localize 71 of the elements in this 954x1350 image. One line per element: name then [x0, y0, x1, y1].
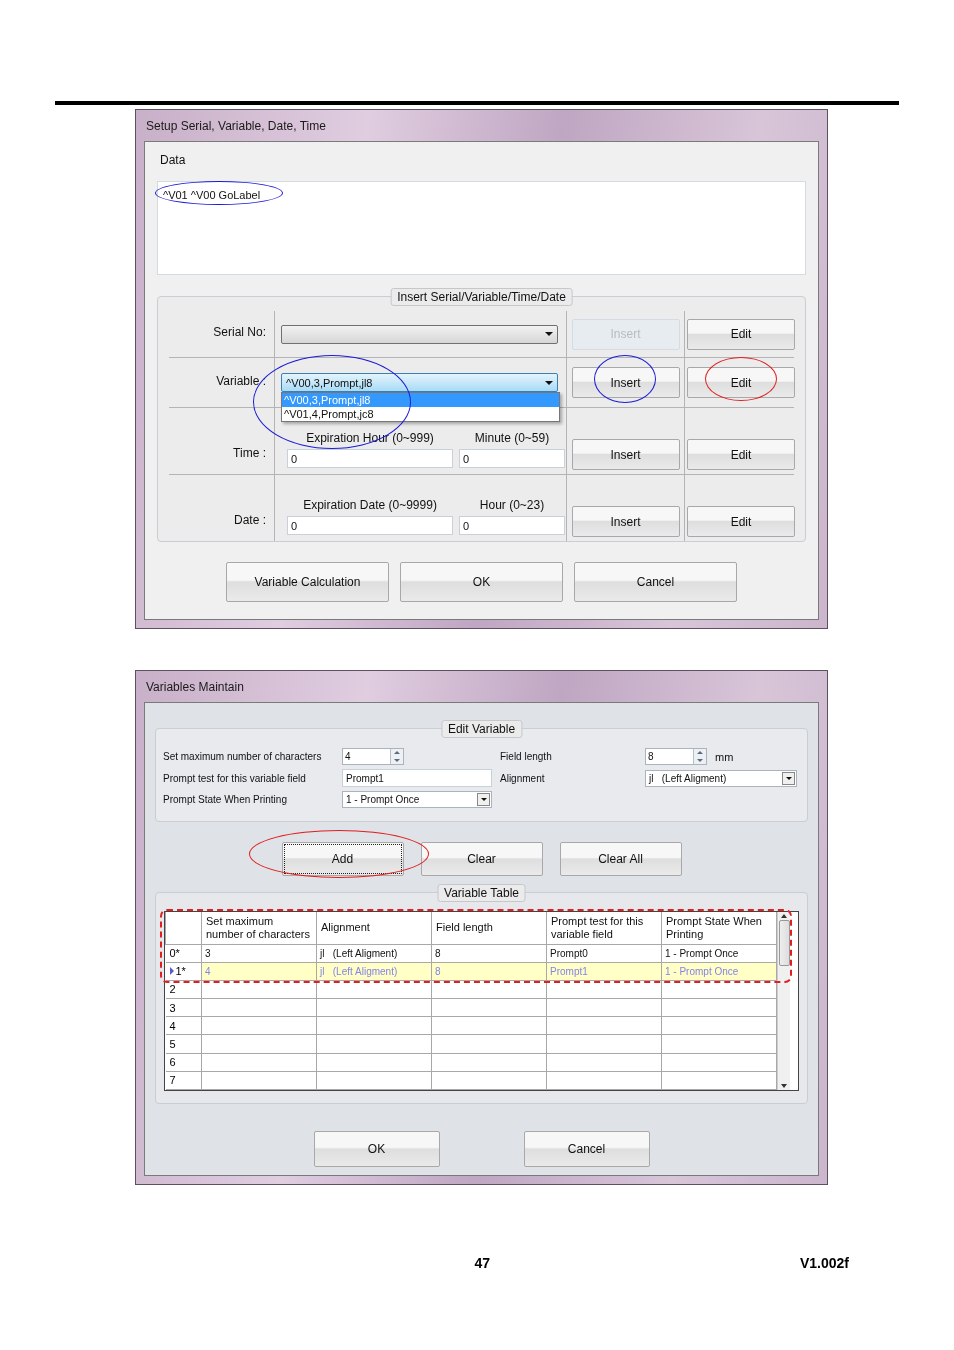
edit-button[interactable]: Edit: [687, 439, 795, 470]
data-field[interactable]: ^V01 ^V00 GoLabel: [157, 181, 806, 275]
action-button[interactable]: Clear: [420, 842, 543, 876]
caret-icon: [545, 380, 553, 385]
row-label: Serial No:: [213, 325, 266, 339]
column-header: Prompt test for this variable field: [546, 912, 662, 944]
column-header: Field length: [431, 912, 547, 944]
input-field[interactable]: 0: [287, 449, 453, 468]
dialog-button[interactable]: Cancel: [574, 562, 737, 602]
field-caption: Hour (0~23): [479, 498, 545, 512]
data-text: ^V01 ^V00 GoLabel: [163, 189, 261, 201]
row-label: Date :: [234, 513, 266, 527]
row-header: 5: [165, 1034, 202, 1054]
action-button[interactable]: Clear All: [559, 842, 682, 876]
column-header: Prompt State When Printing: [661, 912, 777, 944]
dropdown-value: 1 - Prompt Once: [346, 794, 420, 805]
field-label: Prompt State When Printing: [163, 794, 288, 805]
group-title: Edit Variable: [440, 720, 523, 738]
column-header: Set maximum number of characters: [201, 912, 317, 944]
dropdown[interactable]: ^V00,3,Prompt,jl8: [281, 373, 558, 392]
row-label: Time :: [233, 446, 266, 460]
input-field[interactable]: 0: [287, 516, 453, 535]
insert-button[interactable]: Insert: [571, 367, 680, 398]
row-header: 1*: [165, 962, 202, 981]
column-header: Alignment: [316, 912, 432, 944]
dropdown[interactable]: 1 - Prompt Once: [342, 791, 492, 808]
text-field[interactable]: Prompt1: [342, 769, 492, 787]
spinner-icon: [693, 749, 706, 764]
field-label: Prompt test for this variable field: [163, 772, 307, 784]
dropdown-option[interactable]: ^V01,4,Prompt,jc8: [282, 407, 559, 421]
group-title: Variable Table: [437, 884, 526, 902]
dropdown[interactable]: [281, 324, 558, 344]
dialog-button[interactable]: OK: [400, 562, 563, 602]
window-title: Setup Serial, Variable, Date, Time: [146, 118, 326, 133]
field-label: Set maximum number of characters: [163, 751, 323, 762]
number-field[interactable]: 4: [342, 748, 404, 765]
group-title: Insert Serial/Variable/Time/Date: [390, 288, 573, 306]
row-header: 3: [165, 998, 202, 1017]
unit-label: mm: [715, 750, 734, 763]
spinner-icon: [390, 749, 403, 764]
field-label: Data: [160, 153, 186, 167]
action-button[interactable]: Add: [281, 842, 404, 876]
dropdown-value: jl (Left Aligment): [649, 772, 727, 784]
version-label: V1.002f: [799, 1255, 849, 1271]
insert-button[interactable]: Insert: [571, 439, 680, 470]
row-header: 4: [165, 1016, 202, 1035]
dialog-button[interactable]: Cancel: [523, 1131, 650, 1167]
edit-button[interactable]: Edit: [687, 506, 795, 537]
row-header: 6: [165, 1053, 202, 1072]
dropdown-value: ^V00,3,Prompt,jl8: [286, 376, 373, 389]
caret-icon: [477, 793, 490, 806]
insert-button[interactable]: Insert: [571, 506, 680, 537]
field-label: Alignment: [500, 772, 546, 784]
row-pointer-icon: [169, 967, 174, 976]
input-field[interactable]: 0: [459, 516, 565, 535]
caret-icon: [545, 332, 553, 336]
input-field[interactable]: 0: [459, 449, 565, 468]
number-field[interactable]: 8: [645, 748, 707, 765]
dropdown[interactable]: jl (Left Aligment): [645, 769, 797, 787]
row-header: 7: [165, 1071, 202, 1090]
edit-button[interactable]: Edit: [687, 367, 795, 398]
row-label: Variable :: [216, 373, 266, 388]
caret-icon: [782, 771, 795, 785]
field-caption: Minute (0~59): [474, 431, 550, 445]
dialog-button[interactable]: Variable Calculation: [226, 562, 389, 602]
field-label: Field length: [500, 751, 553, 762]
dialog-button[interactable]: OK: [313, 1131, 440, 1167]
window-title: Variables Maintain: [146, 679, 244, 694]
page-number: 47: [474, 1255, 490, 1271]
edit-button[interactable]: Edit: [687, 318, 795, 350]
field-caption: Expiration Date (0~9999): [303, 498, 437, 512]
